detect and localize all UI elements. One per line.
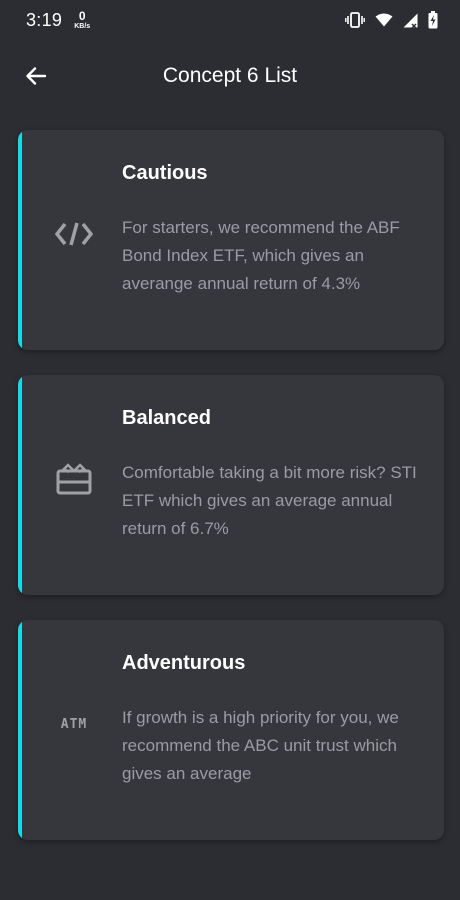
- card-title: Cautious: [122, 162, 208, 184]
- card-description: If growth is a high priority for you, we…: [122, 708, 399, 783]
- code-icon: [54, 214, 94, 254]
- status-left: 3:19 0 KB/s: [26, 10, 90, 31]
- status-time: 3:19: [26, 9, 63, 30]
- card-description: Comfortable taking a bit more risk? STI …: [122, 463, 417, 538]
- gift-card-icon: [54, 459, 94, 499]
- atm-icon-label: ATM: [60, 716, 88, 732]
- card-accent-bar: [18, 375, 22, 595]
- app-bar: Concept 6 List: [0, 40, 460, 112]
- card-adventurous[interactable]: ATM Adventurous If growth is a high prio…: [18, 620, 444, 840]
- atm-icon: ATM: [54, 704, 94, 744]
- net-speed-value: 0: [78, 9, 86, 23]
- card-cautious[interactable]: Cautious For starters, we recommend the …: [18, 130, 444, 350]
- vibrate-icon: [345, 12, 365, 28]
- net-speed-unit: KB/s: [74, 23, 91, 30]
- status-right: [345, 11, 438, 29]
- page-title: Concept 6 List: [162, 64, 298, 87]
- card-accent-bar: [18, 130, 22, 350]
- cell-signal-icon: [403, 13, 418, 28]
- card-title: Balanced: [122, 407, 211, 429]
- screen: 3:19 0 KB/s Concept 6 List Cautious For …: [0, 0, 460, 900]
- card-title: Adventurous: [122, 652, 246, 674]
- wifi-icon: [375, 13, 393, 27]
- net-speed-indicator: 0 KB/s: [74, 10, 90, 30]
- card-description: For starters, we recommend the ABF Bond …: [122, 218, 400, 293]
- status-bar: 3:19 0 KB/s: [0, 0, 460, 40]
- battery-charging-icon: [428, 11, 438, 29]
- card-balanced[interactable]: Balanced Comfortable taking a bit more r…: [18, 375, 444, 595]
- card-accent-bar: [18, 620, 22, 840]
